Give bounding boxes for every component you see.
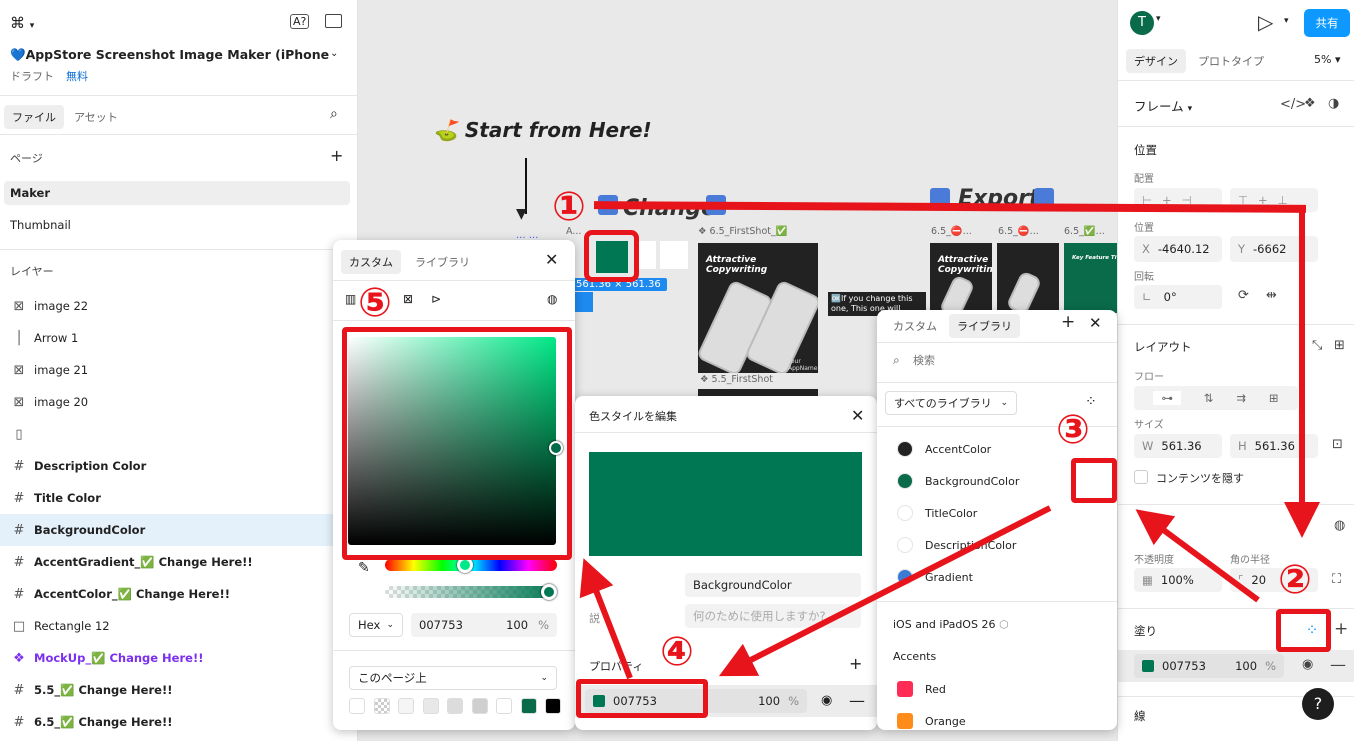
annotation-3: ③: [1056, 407, 1090, 453]
annotation-1: ①: [552, 184, 586, 230]
annotation-5: ⑤: [358, 280, 392, 326]
annotation-2: ②: [1278, 557, 1312, 603]
annotation-4: ④: [660, 629, 694, 675]
